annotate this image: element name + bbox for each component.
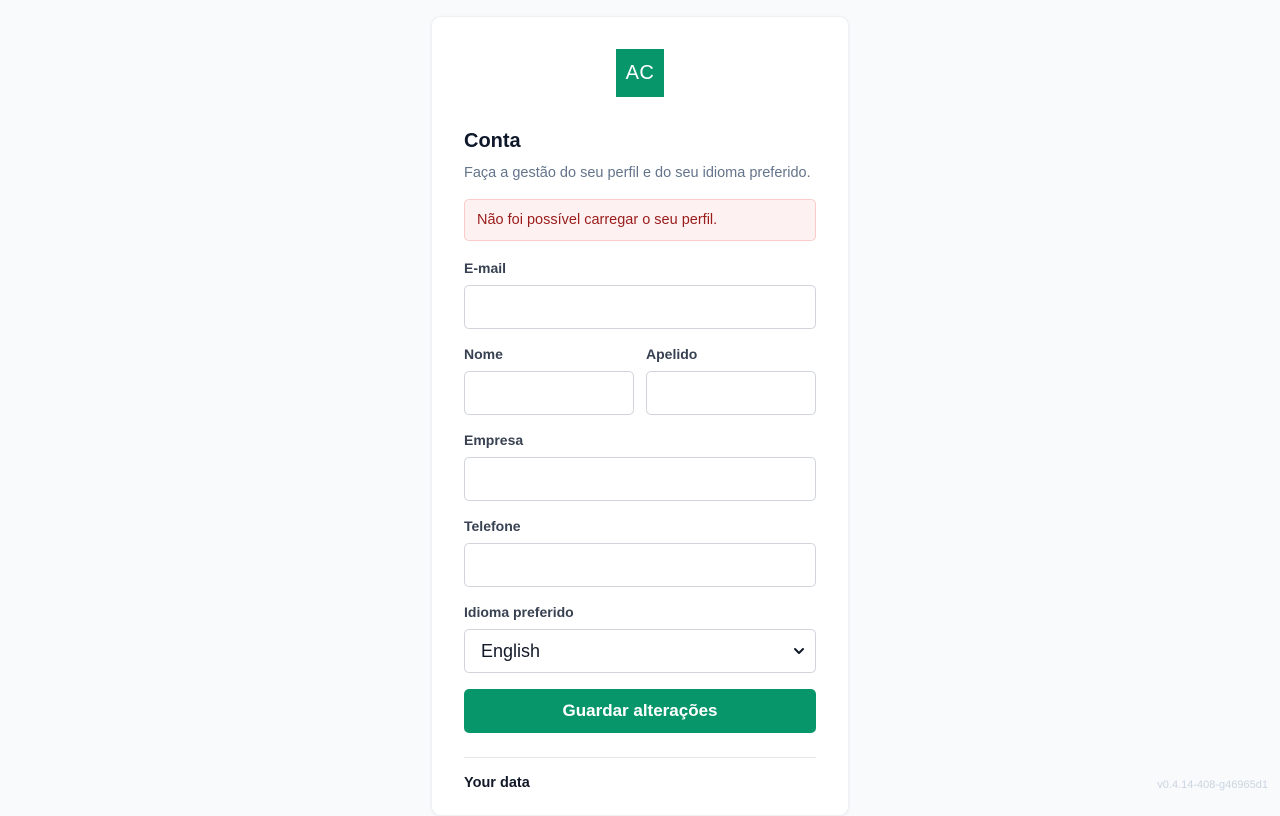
account-card: AC Conta Faça a gestão do seu perfil e d… [431, 16, 849, 816]
name-row: Nome Apelido [464, 345, 816, 415]
language-select-value: English [481, 641, 540, 662]
last-name-field[interactable] [646, 371, 816, 415]
your-data-heading: Your data [464, 775, 816, 791]
page-subtitle: Faça a gestão do seu perfil e do seu idi… [464, 163, 816, 183]
save-button[interactable]: Guardar alterações [464, 689, 816, 733]
error-alert-message: Não foi possível carregar o seu perfil. [477, 212, 717, 228]
phone-label: Telefone [464, 517, 816, 535]
company-label: Empresa [464, 431, 816, 449]
language-field-group: Idioma preferido English [464, 603, 816, 673]
error-alert: Não foi possível carregar o seu perfil. [464, 199, 816, 241]
language-select[interactable]: English [464, 629, 816, 673]
phone-field-group: Telefone [464, 517, 816, 587]
brand-logo: AC [616, 49, 664, 97]
page-title: Conta [464, 127, 816, 155]
first-name-field[interactable] [464, 371, 634, 415]
email-label: E-mail [464, 259, 816, 277]
chevron-down-icon [793, 645, 805, 657]
company-field-group: Empresa [464, 431, 816, 501]
logo-container: AC [464, 49, 816, 97]
email-field-group: E-mail [464, 259, 816, 329]
last-name-label: Apelido [646, 345, 816, 363]
version-label: v0.4.14-408-g46965d1 [1157, 779, 1268, 791]
first-name-label: Nome [464, 345, 634, 363]
language-label: Idioma preferido [464, 603, 816, 621]
section-divider [464, 757, 816, 758]
phone-field[interactable] [464, 543, 816, 587]
company-field[interactable] [464, 457, 816, 501]
email-field[interactable] [464, 285, 816, 329]
last-name-group: Apelido [646, 345, 816, 415]
first-name-group: Nome [464, 345, 634, 415]
